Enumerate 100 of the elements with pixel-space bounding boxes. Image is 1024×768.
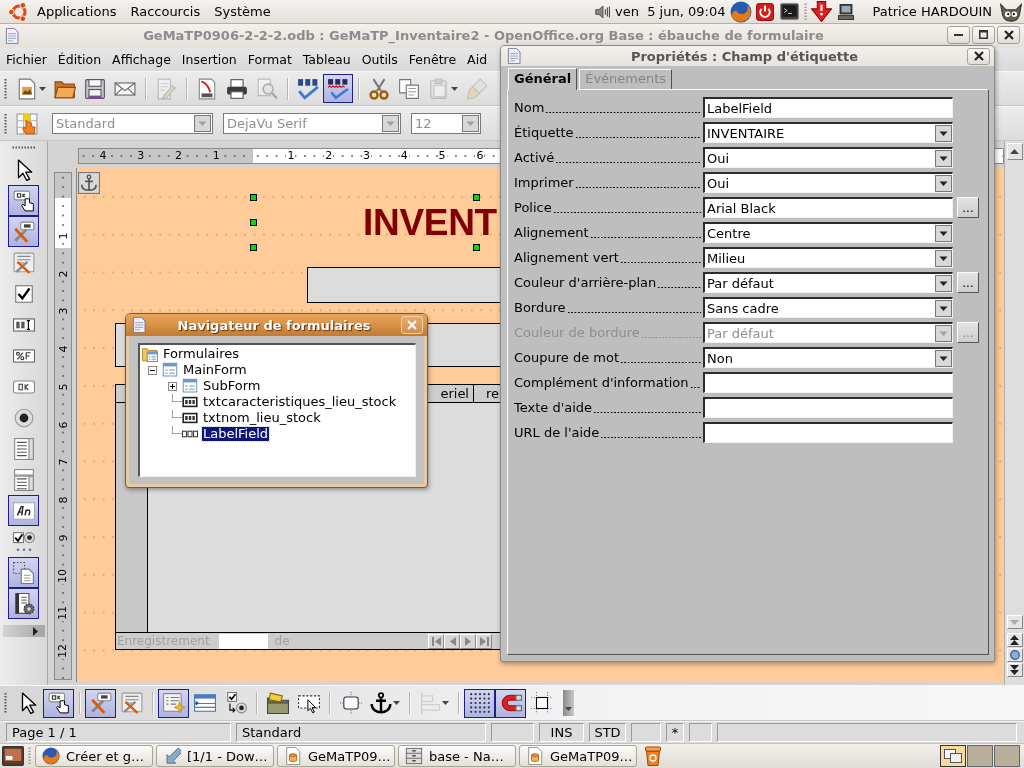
tree-item[interactable]: LabelField <box>202 427 270 441</box>
close-button[interactable] <box>967 47 990 65</box>
text-field[interactable] <box>703 422 953 443</box>
minimize-button[interactable] <box>947 25 970 44</box>
next-page-button[interactable] <box>1006 663 1023 677</box>
record-number-field[interactable] <box>218 633 268 649</box>
grid-hand-icon[interactable] <box>16 112 38 135</box>
status-field[interactable]: INS <box>539 723 584 742</box>
user-name[interactable]: Patrice HARDOUIN <box>872 4 992 19</box>
menu-item[interactable]: Format <box>242 52 298 67</box>
radio-button-icon[interactable] <box>12 406 35 429</box>
position-size-icon[interactable] <box>339 692 362 714</box>
menu-item[interactable]: Insertion <box>176 52 243 67</box>
close-button[interactable] <box>997 25 1020 44</box>
input-field[interactable] <box>307 267 501 303</box>
selection-handle-icon[interactable] <box>473 194 480 201</box>
combo-box-icon[interactable] <box>12 468 35 491</box>
checkbox-icon[interactable] <box>12 282 35 305</box>
scrollbar[interactable] <box>1004 141 1024 685</box>
grip-icon[interactable] <box>804 2 808 21</box>
list-tools-icon[interactable] <box>12 251 35 274</box>
select-field[interactable]: INVENTAIRE <box>703 122 953 143</box>
menu-item[interactable]: Système <box>207 4 278 19</box>
menu-item[interactable]: Édition <box>52 52 107 67</box>
check-radio-icon[interactable] <box>12 530 35 553</box>
copy-icon[interactable] <box>398 77 420 100</box>
expand-icon[interactable] <box>167 381 177 391</box>
tab[interactable]: Général <box>508 68 578 90</box>
taskbar-button[interactable]: GeMaTP09… <box>277 745 395 767</box>
focus-frame-icon[interactable] <box>297 692 320 714</box>
collapse-icon[interactable] <box>147 365 157 375</box>
select-field[interactable]: Oui <box>703 147 953 168</box>
menu-item[interactable]: Fichier <box>0 52 53 67</box>
caret-icon[interactable] <box>39 86 46 91</box>
select-field[interactable]: Sans cadre <box>703 297 953 318</box>
expand-button[interactable] <box>2 625 45 637</box>
taskbar-button[interactable]: GeMaTP09… <box>519 745 637 767</box>
guides-icon[interactable] <box>530 692 553 714</box>
first-record-button[interactable] <box>428 633 444 649</box>
menu-item[interactable]: Fenêtre <box>403 52 462 67</box>
alert-arrow-icon[interactable] <box>811 1 833 22</box>
grip-icon[interactable] <box>4 112 7 135</box>
text-field[interactable] <box>703 372 953 393</box>
text-field[interactable]: Arial Black <box>703 197 953 218</box>
terminal-icon[interactable] <box>780 2 800 21</box>
taskbar-button[interactable]: [1/1 - Dow… <box>156 745 274 767</box>
overflow-button[interactable] <box>563 690 574 716</box>
list-tools-icon[interactable] <box>120 692 143 714</box>
selection-handle-icon[interactable] <box>250 194 257 201</box>
select-field[interactable]: Par défaut <box>703 272 953 293</box>
floppy-icon[interactable] <box>84 77 106 100</box>
column-header[interactable]: re <box>486 386 500 401</box>
grip-icon[interactable] <box>28 747 31 765</box>
anchor-icon[interactable] <box>370 692 392 714</box>
power-icon[interactable] <box>756 2 775 21</box>
field-list-icon[interactable] <box>193 692 216 714</box>
caret-icon[interactable] <box>565 707 572 711</box>
text-field[interactable]: LabelField <box>703 97 953 118</box>
maximize-button[interactable] <box>972 25 995 44</box>
tree-item[interactable]: MainForm <box>182 363 248 377</box>
menu-item[interactable]: Aid <box>461 52 493 67</box>
browse-button[interactable]: ... <box>957 272 979 293</box>
speaker-icon[interactable] <box>595 3 611 20</box>
text-field[interactable] <box>703 397 953 418</box>
grip-icon[interactable] <box>4 692 7 714</box>
tree-item[interactable]: SubForm <box>202 379 262 393</box>
grip-icon[interactable] <box>11 146 36 149</box>
column-header[interactable]: eriel <box>440 386 469 401</box>
select-field[interactable]: Non <box>703 347 953 368</box>
globe-icon[interactable] <box>730 0 753 23</box>
menu-item[interactable]: Tableau <box>297 52 357 67</box>
select-field[interactable]: Oui <box>703 172 953 193</box>
workspace-tile[interactable] <box>967 745 993 767</box>
select-field[interactable]: Centre <box>703 222 953 243</box>
taskbar-button[interactable]: Créer et g… <box>35 745 153 767</box>
caret-icon[interactable] <box>393 701 400 705</box>
next-record-button[interactable] <box>460 633 476 649</box>
scissors-icon[interactable] <box>368 77 390 100</box>
menu-item[interactable]: Raccourcis <box>123 4 208 19</box>
browse-button[interactable]: ... <box>957 197 979 218</box>
selection-handle-icon[interactable] <box>250 244 257 251</box>
grip-icon[interactable] <box>4 77 7 100</box>
selection-handle-icon[interactable] <box>473 244 480 251</box>
clock-text[interactable]: ven 5 jun, 09:04 <box>615 4 726 19</box>
select-field[interactable]: Milieu <box>703 247 953 268</box>
menu-item[interactable]: Affichage <box>106 52 177 67</box>
previous-page-button[interactable] <box>1006 633 1023 647</box>
scroll-up-button[interactable] <box>1006 143 1023 160</box>
animal-face-icon[interactable] <box>1000 0 1022 23</box>
taskbar-button[interactable]: base - Na… <box>398 745 516 767</box>
menu-item[interactable]: Outils <box>356 52 404 67</box>
status-field[interactable]: STD <box>589 723 626 742</box>
workspace-tile[interactable] <box>940 745 966 767</box>
activation-order-icon[interactable] <box>224 692 247 714</box>
computer-icon[interactable] <box>838 3 855 20</box>
navigation-button[interactable] <box>1006 648 1023 662</box>
new-document-icon[interactable] <box>16 77 38 100</box>
tree-item[interactable]: txtnom_lieu_stock <box>202 411 322 425</box>
desktop-icon[interactable] <box>2 745 24 767</box>
tree-item[interactable]: txtcaracteristiques_lieu_stock <box>202 395 398 409</box>
